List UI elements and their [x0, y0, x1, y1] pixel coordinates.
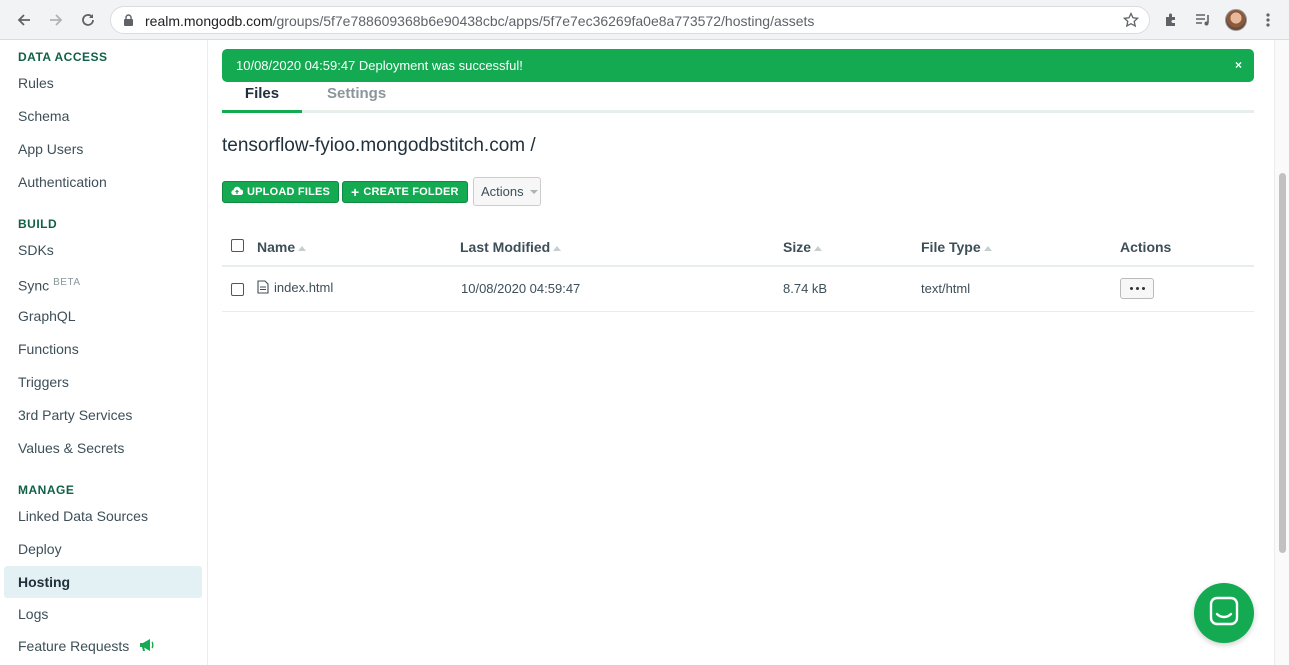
- sidebar-item-feature-requests[interactable]: Feature Requests: [4, 630, 202, 662]
- tab-bar: Files Settings: [222, 82, 1254, 113]
- header-name[interactable]: Name: [257, 239, 307, 255]
- header-actions: Actions: [1120, 239, 1172, 255]
- success-alert: 10/08/2020 04:59:47 Deployment was succe…: [222, 49, 1254, 82]
- scrollbar-thumb[interactable]: [1279, 173, 1286, 553]
- sidebar-item-app-users[interactable]: App Users: [4, 133, 202, 165]
- address-bar[interactable]: realm.mongodb.com/groups/5f7e788609368b6…: [110, 6, 1150, 34]
- header-size-label: Size: [783, 239, 812, 255]
- page-scrollbar[interactable]: [1274, 40, 1289, 665]
- back-arrow-icon[interactable]: [14, 10, 34, 30]
- sort-icon: [983, 245, 992, 251]
- sidebar-item-schema[interactable]: Schema: [4, 100, 202, 132]
- header-file-type-label: File Type: [921, 239, 981, 255]
- main-content: 10/08/2020 04:59:47 Deployment was succe…: [209, 40, 1274, 665]
- actions-dropdown[interactable]: Actions: [473, 177, 541, 206]
- sidebar-item-sync-label: Sync: [18, 277, 50, 294]
- sidebar-item-authentication[interactable]: Authentication: [4, 166, 202, 198]
- section-manage: MANAGE: [18, 483, 75, 497]
- actions-dropdown-label: Actions: [481, 184, 524, 199]
- media-control-icon[interactable]: [1193, 10, 1213, 30]
- header-file-type[interactable]: File Type: [921, 239, 992, 255]
- create-folder-button[interactable]: + CREATE FOLDER: [342, 181, 468, 203]
- upload-files-label: UPLOAD FILES: [247, 186, 331, 198]
- chat-icon: [1209, 596, 1239, 631]
- upload-files-button[interactable]: UPLOAD FILES: [222, 181, 340, 203]
- row-actions-button[interactable]: [1120, 278, 1154, 299]
- forward-arrow-icon[interactable]: [46, 10, 66, 30]
- ellipsis-icon: [1129, 287, 1133, 290]
- sidebar-item-feature-requests-label: Feature Requests: [18, 638, 130, 654]
- row-checkbox[interactable]: [231, 283, 244, 296]
- header-last-modified[interactable]: Last Modified: [460, 239, 562, 255]
- table-row: index.html 10/08/2020 04:59:47 8.74 kB t…: [222, 267, 1254, 312]
- reload-icon[interactable]: [78, 10, 98, 30]
- header-size[interactable]: Size: [783, 239, 823, 255]
- header-last-modified-label: Last Modified: [460, 239, 551, 255]
- more-menu-icon[interactable]: [1258, 10, 1278, 30]
- url-path: /groups/5f7e788609368b6e90438cbc/apps/5f…: [272, 13, 815, 29]
- sidebar-item-values-secrets[interactable]: Values & Secrets: [4, 432, 202, 464]
- select-all-checkbox[interactable]: [231, 239, 244, 252]
- file-size: 8.74 kB: [783, 281, 828, 296]
- file-icon: [257, 280, 269, 297]
- header-name-label: Name: [257, 239, 296, 255]
- sort-icon: [298, 245, 307, 251]
- sidebar-item-rules[interactable]: Rules: [4, 67, 202, 99]
- tab-settings[interactable]: Settings: [327, 85, 386, 113]
- support-chat-button[interactable]: [1194, 583, 1254, 643]
- alert-close-button[interactable]: ×: [1235, 49, 1242, 82]
- beta-badge: BETA: [53, 277, 81, 288]
- caret-down-icon: [529, 189, 538, 194]
- plus-icon: +: [351, 184, 360, 200]
- ellipsis-icon: [1141, 287, 1145, 290]
- file-modified: 10/08/2020 04:59:47: [461, 281, 581, 296]
- bookmark-star-icon[interactable]: [1122, 11, 1140, 33]
- section-build: BUILD: [18, 217, 58, 231]
- megaphone-icon: [139, 631, 155, 663]
- files-table: Name Last Modified Size File Type Action…: [222, 226, 1254, 312]
- sidebar-item-hosting[interactable]: Hosting: [4, 566, 202, 598]
- sidebar-item-functions[interactable]: Functions: [4, 333, 202, 365]
- url-text: realm.mongodb.com/groups/5f7e788609368b6…: [145, 13, 814, 29]
- sidebar: DATA ACCESS Rules Schema App Users Authe…: [0, 40, 208, 665]
- hosting-path-heading: tensorflow-fyioo.mongodbstitch.com /: [222, 135, 536, 156]
- url-host: realm.mongodb.com: [145, 13, 273, 29]
- table-header: Name Last Modified Size File Type Action…: [222, 226, 1254, 267]
- sort-icon: [553, 245, 562, 251]
- sort-icon: [814, 245, 823, 251]
- alert-message: 10/08/2020 04:59:47 Deployment was succe…: [236, 58, 523, 73]
- create-folder-label: CREATE FOLDER: [363, 186, 459, 198]
- sidebar-item-sdks[interactable]: SDKs: [4, 234, 202, 266]
- file-name[interactable]: index.html: [274, 280, 333, 295]
- extensions-icon[interactable]: [1161, 10, 1181, 30]
- lock-icon: [123, 14, 134, 32]
- sidebar-item-sync[interactable]: Sync BETA: [4, 267, 202, 299]
- file-type: text/html: [921, 281, 971, 296]
- sidebar-item-linked-data-sources[interactable]: Linked Data Sources: [4, 500, 202, 532]
- profile-avatar[interactable]: [1225, 9, 1247, 31]
- browser-toolbar: realm.mongodb.com/groups/5f7e788609368b6…: [0, 0, 1289, 40]
- sidebar-item-graphql[interactable]: GraphQL: [4, 300, 202, 332]
- sidebar-item-deploy[interactable]: Deploy: [4, 533, 202, 565]
- ellipsis-icon: [1135, 287, 1139, 290]
- sidebar-item-3rd-party-services[interactable]: 3rd Party Services: [4, 399, 202, 431]
- cloud-upload-icon: [231, 186, 244, 199]
- sidebar-item-triggers[interactable]: Triggers: [4, 366, 202, 398]
- tab-files[interactable]: Files: [222, 85, 302, 113]
- sidebar-item-logs[interactable]: Logs: [4, 598, 202, 630]
- section-data-access: DATA ACCESS: [18, 50, 108, 64]
